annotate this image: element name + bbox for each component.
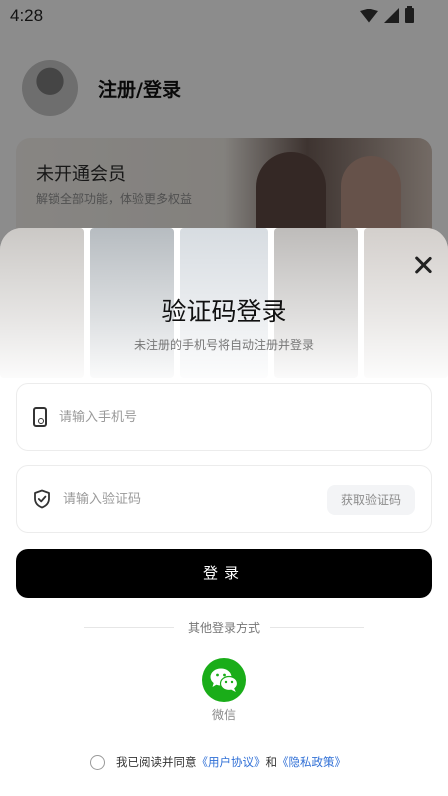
page-title: 验证码登录 (161, 297, 287, 326)
privacy-policy-link[interactable]: 《隐私政策》 (277, 754, 346, 770)
agreement-and: 和 (265, 755, 278, 769)
page-subtitle: 未注册的手机号将自动注册并登录 (133, 338, 314, 352)
close-icon[interactable] (410, 252, 436, 278)
login-button[interactable]: 登录 (16, 549, 432, 598)
wechat-icon (210, 668, 239, 692)
phone-icon (33, 407, 47, 427)
wechat-login-button[interactable] (202, 658, 246, 702)
code-field[interactable]: 获取验证码 (16, 465, 432, 533)
user-agreement-link[interactable]: 《用户协议》 (197, 754, 266, 770)
agreement-checkbox[interactable] (90, 754, 105, 770)
login-sheet: 验证码登录 未注册的手机号将自动注册并登录 获取验证码 登录 其他登录方式 (0, 228, 448, 796)
agreement-text: 我已阅读并同意 (116, 755, 197, 769)
wechat-label: 微信 (211, 708, 236, 722)
phone-input[interactable] (59, 409, 299, 425)
get-code-button[interactable]: 获取验证码 (327, 485, 415, 515)
shield-check-icon (33, 489, 51, 509)
other-methods-label: 其他登录方式 (187, 621, 260, 635)
phone-field[interactable] (16, 383, 432, 451)
agreement-row: 我已阅读并同意 《用户协议》 和 《隐私政策》 (90, 754, 346, 770)
code-input[interactable] (63, 491, 303, 507)
